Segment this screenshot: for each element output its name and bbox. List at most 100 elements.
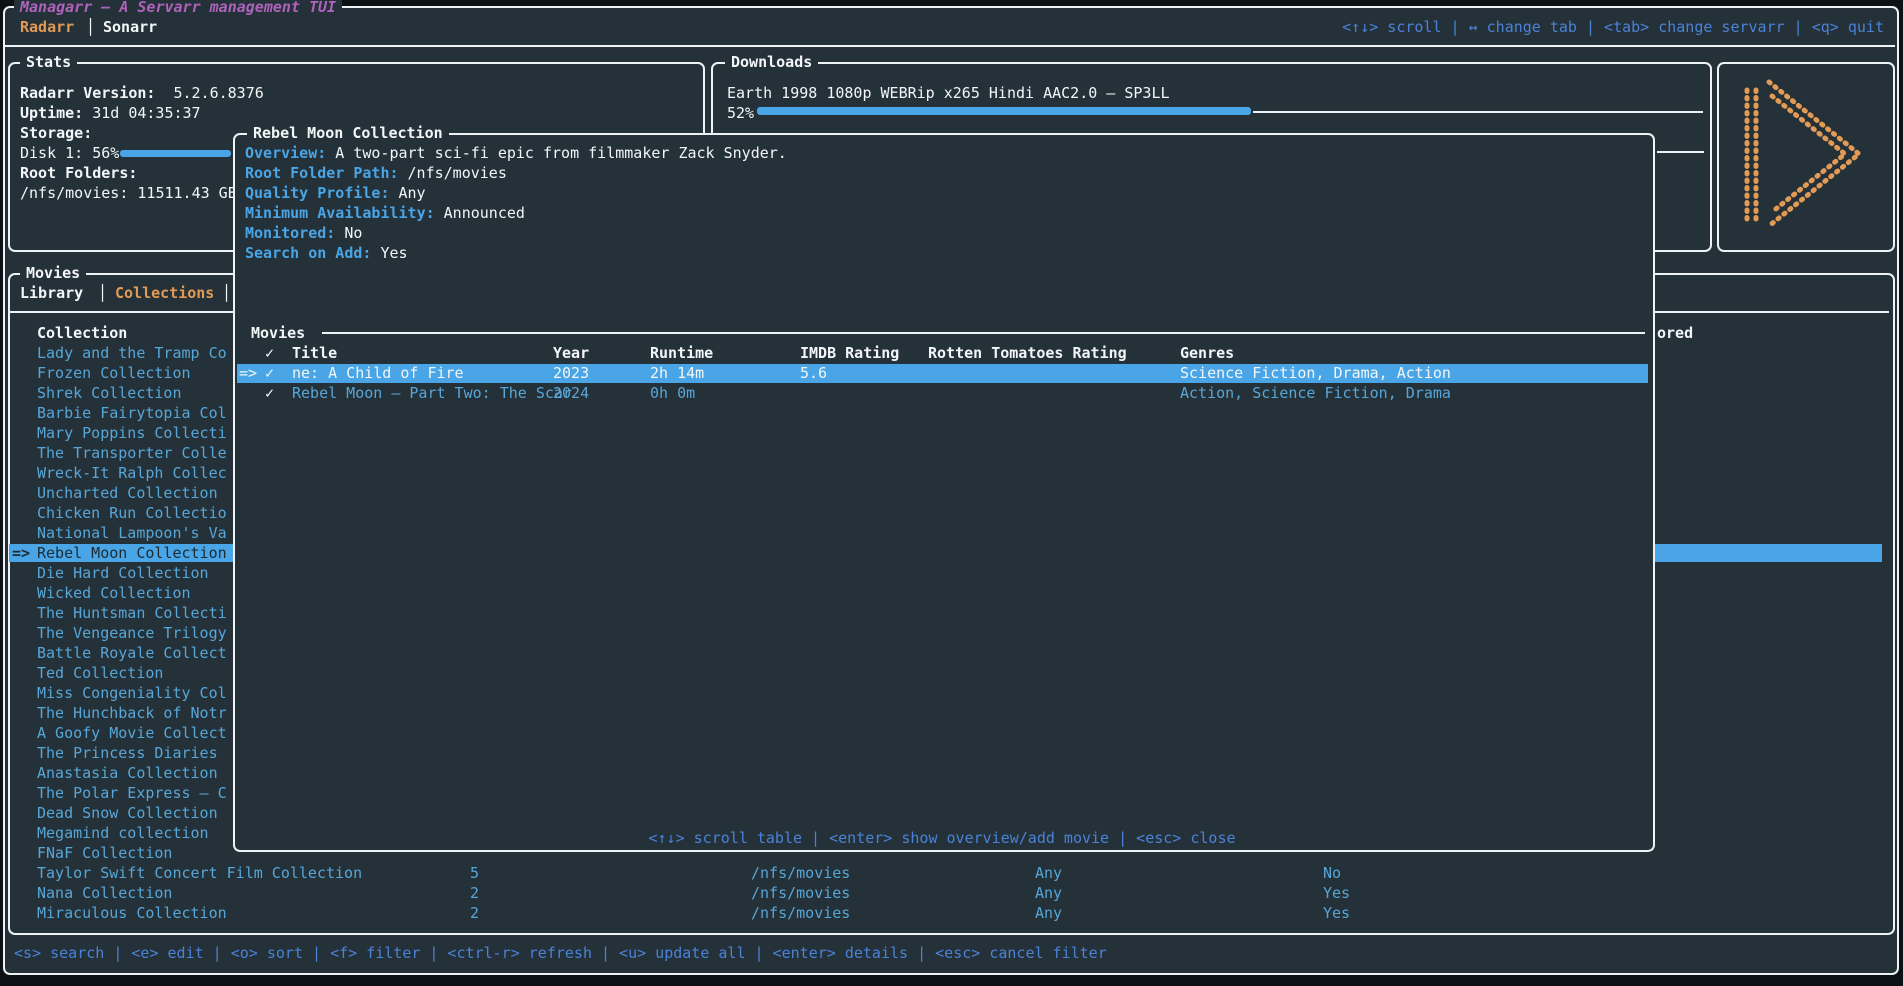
library-tab-divider: │: [98, 283, 107, 303]
collection-list-item[interactable]: Wreck-It Ralph Collec: [37, 463, 227, 483]
stats-panel-title: Stats: [20, 52, 77, 72]
modal-row2-year: 2024: [553, 383, 589, 403]
collection-list-item[interactable]: The Vengeance Trilogy: [37, 623, 227, 643]
collections-column-header: Collection: [37, 323, 127, 343]
collection-cell-quality: Any: [1035, 863, 1062, 883]
modal-row1-year: 2023: [553, 363, 589, 383]
modal-field-value: /nfs/movies: [408, 164, 507, 182]
download-item-percent: 52%: [727, 103, 754, 123]
modal-field-label: Overview:: [245, 144, 326, 162]
modal-row1-arrow: =>: [239, 363, 257, 383]
stats-uptime-label: Uptime:: [20, 104, 83, 122]
collection-cell-name: Taylor Swift Concert Film Collection: [37, 863, 362, 883]
stats-uptime-value: 31d 04:35:37: [92, 104, 200, 122]
download-progress-bar: [757, 107, 1251, 115]
collection-list-item[interactable]: FNaF Collection: [37, 843, 172, 863]
collection-list-item[interactable]: Lady and the Tramp Co: [37, 343, 227, 363]
modal-header-year[interactable]: Year: [553, 343, 589, 363]
modal-row2-check-icon[interactable]: ✓: [265, 383, 274, 403]
collection-cell-name: Miraculous Collection: [37, 903, 227, 923]
collection-list-item[interactable]: Chicken Run Collectio: [37, 503, 227, 523]
collection-cell-count: 2: [470, 903, 479, 923]
modal-field-value: No: [344, 224, 362, 242]
modal-header-title[interactable]: Title: [292, 343, 337, 363]
collection-cell-count: 5: [470, 863, 479, 883]
tab-library[interactable]: Library: [20, 283, 83, 303]
stats-rootfolders-label: Root Folders:: [20, 163, 137, 183]
titlebar-divider: [4, 45, 1895, 47]
collection-list-item[interactable]: The Hunchback of Notr: [37, 703, 227, 723]
modal-header-imdb[interactable]: IMDB Rating: [800, 343, 899, 363]
modal-field-label: Root Folder Path:: [245, 164, 399, 182]
collection-list-item[interactable]: Frozen Collection: [37, 363, 191, 383]
tab-radarr[interactable]: Radarr: [20, 17, 74, 37]
selected-collection-arrow: =>: [12, 543, 30, 563]
collection-list-item[interactable]: National Lampoon's Va: [37, 523, 227, 543]
modal-field-value: Yes: [380, 244, 407, 262]
collection-list-item[interactable]: Battle Royale Collect: [37, 643, 227, 663]
modal-footer-keybinds: <↑↓> scroll table | <enter> show overvie…: [233, 828, 1651, 848]
modal-field-label: Quality Profile:: [245, 184, 390, 202]
collection-cell-quality: Any: [1035, 903, 1062, 923]
servarr-tab-divider: │: [86, 17, 95, 37]
modal-field-label: Minimum Availability:: [245, 204, 435, 222]
modal-field-row: Overview:A two-part sci-fi epic from fil…: [245, 143, 787, 163]
modal-row1-title[interactable]: ne: A Child of Fire: [292, 363, 464, 383]
download2-progress-fragment: [1657, 151, 1704, 153]
tab-collections[interactable]: Collections: [115, 283, 214, 303]
collection-list-item[interactable]: Barbie Fairytopia Col: [37, 403, 227, 423]
selected-collection-name[interactable]: Rebel Moon Collection: [37, 543, 227, 563]
collection-list-item[interactable]: Die Hard Collection: [37, 563, 209, 583]
stats-version-row: Radarr Version: 5.2.6.8376: [20, 83, 264, 103]
collection-list-item[interactable]: Ted Collection: [37, 663, 163, 683]
modal-movies-section-rule: [322, 332, 1645, 334]
modal-header-runtime[interactable]: Runtime: [650, 343, 713, 363]
selected-collection-highlight-right: [1655, 544, 1882, 562]
collection-list-item[interactable]: Anastasia Collection: [37, 763, 218, 783]
download-progress-remainder: [1253, 111, 1703, 113]
collection-details-modal: [233, 133, 1655, 852]
collection-list-item[interactable]: Dead Snow Collection: [37, 803, 218, 823]
download-item-name: Earth 1998 1080p WEBRip x265 Hindi AAC2.…: [727, 83, 1170, 103]
modal-header-check: ✓: [265, 343, 274, 363]
collection-cell-monitored: No: [1323, 863, 1341, 883]
modal-header-rotten[interactable]: Rotten Tomatoes Rating: [928, 343, 1127, 363]
collections-tab-divider: │: [222, 283, 231, 303]
radarr-logo-icon: [1717, 62, 1891, 248]
movies-panel-title: Movies: [20, 263, 86, 283]
collection-list-item[interactable]: The Transporter Colle: [37, 443, 227, 463]
modal-row1-imdb: 5.6: [800, 363, 827, 383]
collection-cell-monitored: Yes: [1323, 903, 1350, 923]
disk-usage-bar: [120, 150, 231, 157]
collection-cell-path: /nfs/movies: [751, 903, 850, 923]
stats-version-label: Radarr Version:: [20, 84, 155, 102]
modal-row1-runtime: 2h 14m: [650, 363, 704, 383]
collection-list-item[interactable]: A Goofy Movie Collect: [37, 723, 227, 743]
downloads-panel-title: Downloads: [725, 52, 818, 72]
collection-list-item[interactable]: Mary Poppins Collecti: [37, 423, 227, 443]
stats-storage-label: Storage:: [20, 123, 92, 143]
collection-list-item[interactable]: The Polar Express – C: [37, 783, 227, 803]
stats-version-value: 5.2.6.8376: [173, 84, 263, 102]
tab-sonarr[interactable]: Sonarr: [103, 17, 157, 37]
modal-field-value: Announced: [444, 204, 525, 222]
modal-row1-check-icon[interactable]: ✓: [265, 363, 274, 383]
modal-row2-title[interactable]: Rebel Moon – Part Two: The Scar: [292, 383, 572, 403]
modal-movies-section-title: Movies: [251, 323, 305, 343]
collection-list-item[interactable]: Uncharted Collection: [37, 483, 218, 503]
modal-field-value: Any: [399, 184, 426, 202]
stats-rootfolder-info: /nfs/movies: 11511.43 GB: [20, 183, 237, 203]
collection-list-item[interactable]: The Huntsman Collecti: [37, 603, 227, 623]
collection-list-item[interactable]: Miss Congeniality Col: [37, 683, 227, 703]
collection-cell-path: /nfs/movies: [751, 883, 850, 903]
modal-header-genres[interactable]: Genres: [1180, 343, 1234, 363]
monitored-header-fragment: ored: [1657, 323, 1693, 343]
collection-list-item[interactable]: Wicked Collection: [37, 583, 191, 603]
modal-field-row: Root Folder Path: /nfs/movies: [245, 163, 507, 183]
collection-cell-path: /nfs/movies: [751, 863, 850, 883]
top-keybinds: <↑↓> scroll | ↔ change tab | <tab> chang…: [1342, 17, 1884, 37]
collection-list-item[interactable]: Shrek Collection: [37, 383, 182, 403]
modal-field-label: Monitored:: [245, 224, 335, 242]
collection-list-item[interactable]: Megamind collection: [37, 823, 209, 843]
collection-list-item[interactable]: The Princess Diaries: [37, 743, 218, 763]
